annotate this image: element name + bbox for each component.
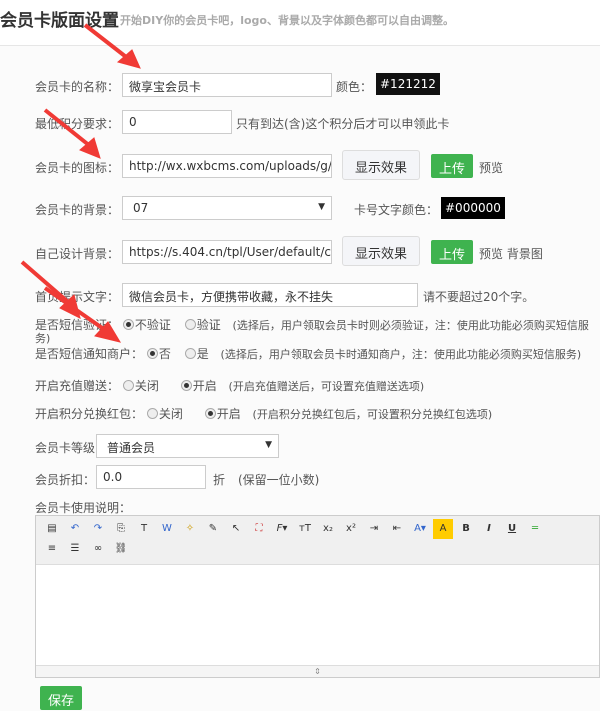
annotation-arrows	[20, 23, 141, 343]
arrow-icon	[83, 23, 132, 62]
arrow-icon	[43, 286, 107, 332]
